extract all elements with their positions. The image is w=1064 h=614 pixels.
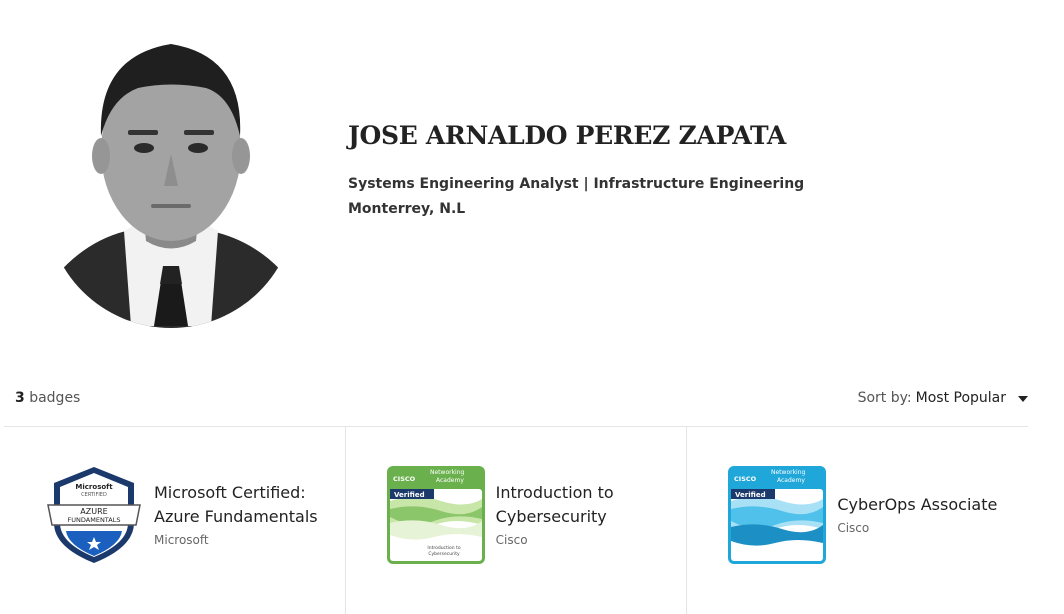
badge-title-line1: Introduction to (495, 483, 614, 502)
cisco-cyberops-badge-icon: Verified CISCO Networking Academy CyberO… (728, 466, 827, 564)
program-line2: Academy (436, 477, 464, 484)
program-line1: Networking (430, 469, 465, 476)
badge-card-text: Introduction to Cybersecurity Cisco (496, 481, 614, 547)
badge-issuer: Cisco (837, 521, 870, 535)
footer-line1: Introduction to (427, 545, 460, 551)
badge-title-line2: Azure Fundamentals (154, 507, 318, 526)
badge-tag-text: Verified (735, 491, 766, 499)
badge-ribbon-line2: FUNDAMENTALS (68, 516, 121, 524)
profile-info: JOSE ARNALDO PEREZ ZAPATA Systems Engine… (348, 120, 804, 222)
badge-count-label: badges (29, 390, 81, 406)
avatar (46, 44, 296, 328)
badge-card-intro-cybersecurity[interactable]: Verified CISCO Networking Academy Introd… (346, 427, 688, 614)
profile-name: JOSE ARNALDO PEREZ ZAPATA (348, 121, 787, 150)
cisco-cybersecurity-badge-icon: Verified CISCO Networking Academy Introd… (386, 466, 485, 564)
badge-sub-text: CERTIFIED (81, 492, 107, 498)
badge-title-line1: CyberOps Associate (837, 495, 998, 514)
sort-value: Most Popular (915, 390, 1006, 406)
footer-line2: Cybersecurity (428, 551, 460, 557)
badge-card-text: Microsoft Certified: Azure Fundamentals … (154, 481, 318, 547)
badge-card-cyberops-associate[interactable]: Verified CISCO Networking Academy CyberO… (687, 427, 1028, 614)
profile-photo (46, 26, 296, 328)
badge-count: 3 badges (15, 390, 80, 406)
sort-dropdown[interactable]: Sort by: Most Popular (858, 390, 1028, 406)
badge-title-line2: Cybersecurity (495, 507, 607, 526)
profile-headline: Systems Engineering Analyst | Infrastruc… (348, 176, 805, 192)
program-line1: Networking (771, 469, 806, 476)
badge-grid: Microsoft CERTIFIED AZURE FUNDAMENTALS M… (4, 426, 1028, 614)
sort-label: Sort by: (857, 390, 912, 406)
badge-card-text: CyberOps Associate Cisco (837, 493, 997, 535)
badge-issuer: Microsoft (154, 533, 209, 547)
azure-fundamentals-badge-icon: Microsoft CERTIFIED AZURE FUNDAMENTALS (47, 467, 141, 563)
badge-brand-text: Microsoft (75, 483, 113, 491)
badge-issuer: Cisco (495, 533, 528, 547)
badge-ribbon-line1: AZURE (80, 507, 107, 516)
badge-count-number: 3 (15, 390, 25, 406)
chevron-down-icon (1018, 396, 1028, 402)
profile-location: Monterrey, N.L (348, 201, 466, 217)
cisco-logo-text: CISCO (734, 475, 757, 483)
program-line2: Academy (777, 477, 805, 484)
badge-tag-text: Verified (394, 491, 425, 499)
badges-toolbar: 3 badges Sort by: Most Popular (15, 388, 1028, 410)
footer-line1: CyberOps Associate (760, 550, 810, 556)
badge-card-azure-fundamentals[interactable]: Microsoft CERTIFIED AZURE FUNDAMENTALS M… (4, 427, 346, 614)
badge-title-line1: Microsoft Certified: (154, 483, 306, 502)
cisco-logo-text: CISCO (393, 475, 416, 483)
